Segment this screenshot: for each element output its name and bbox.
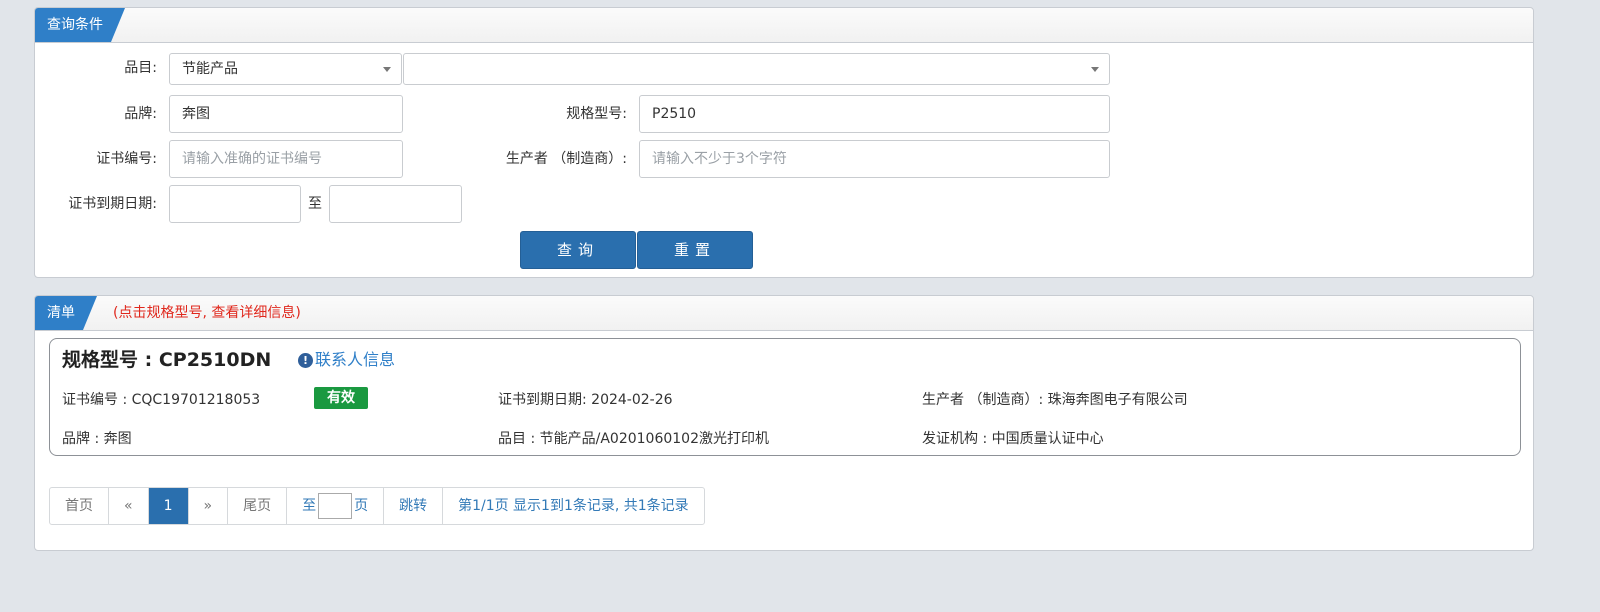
- search-button[interactable]: 查询: [520, 231, 636, 269]
- reset-button[interactable]: 重置: [637, 231, 753, 269]
- cert-no-value: 证书编号 : CQC19701218053: [62, 392, 261, 408]
- page-1-button[interactable]: 1: [148, 488, 189, 524]
- goto-page-input[interactable]: [318, 493, 353, 519]
- result-card: 规格型号 : CP2510DN ! 联系人信息 证书编号 : CQC1970121…: [49, 338, 1521, 456]
- list-tab: 清单: [35, 296, 97, 330]
- expiry-to-input[interactable]: [329, 185, 462, 223]
- model-label: 规格型号:: [566, 106, 627, 122]
- chevron-down-icon: [1091, 67, 1099, 72]
- last-page-button[interactable]: 尾页: [228, 488, 288, 524]
- chevron-down-icon: [383, 67, 391, 72]
- category-label: 品目:: [124, 60, 157, 76]
- pagination: 首页 « 1 » 尾页 至 页 跳转 第1/1页 显示1到1条记录, 共1条记录: [49, 487, 705, 525]
- query-panel: 查询条件 品目: 节能产品 品牌: 奔图 规格型号: P2510 证书编号: 请…: [34, 7, 1534, 278]
- expiry-sep: 至: [308, 196, 322, 212]
- manufacturer-label: 生产者 （制造商）:: [505, 151, 627, 167]
- cert-no-label: 证书编号:: [96, 151, 157, 167]
- exclamation-circle-icon: !: [298, 353, 313, 368]
- category-select[interactable]: 节能产品: [169, 53, 402, 85]
- next-page-button[interactable]: »: [189, 488, 229, 524]
- contact-info-link[interactable]: ! 联系人信息: [298, 346, 395, 370]
- expiry-value: 证书到期日期: 2024-02-26: [498, 392, 673, 408]
- query-tab: 查询条件: [35, 8, 125, 42]
- list-panel: 清单 (点击规格型号, 查看详细信息) 规格型号 : CP2510DN ! 联系人…: [34, 295, 1534, 551]
- goto-prefix: 至: [302, 498, 317, 514]
- brand-label: 品牌:: [124, 106, 157, 122]
- manufacturer-value: 生产者 （制造商）: 珠海奔图电子有限公司: [922, 392, 1188, 408]
- manufacturer-input[interactable]: 请输入不少于3个字符: [639, 140, 1110, 178]
- expiry-from-input[interactable]: [169, 185, 301, 223]
- first-page-button[interactable]: 首页: [50, 488, 109, 524]
- prev-page-button[interactable]: «: [109, 488, 149, 524]
- category-value: 品目 : 节能产品/A0201060102激光打印机: [498, 431, 769, 447]
- issuer-value: 发证机构 : 中国质量认证中心: [922, 431, 1104, 447]
- query-panel-header: 查询条件: [35, 8, 1533, 43]
- model-link[interactable]: 规格型号 : CP2510DN: [62, 345, 271, 372]
- status-badge: 有效: [314, 387, 368, 409]
- category-select-value: 节能产品: [182, 61, 238, 77]
- brand-value: 品牌 : 奔图: [62, 431, 132, 447]
- goto-suffix: 页: [354, 498, 369, 514]
- list-hint: (点击规格型号, 查看详细信息): [113, 305, 301, 321]
- pager-summary: 第1/1页 显示1到1条记录, 共1条记录: [458, 498, 689, 514]
- model-input[interactable]: P2510: [639, 95, 1110, 133]
- goto-page-group: 至 页: [287, 488, 385, 524]
- expiry-label: 证书到期日期:: [68, 196, 157, 212]
- list-panel-header: 清单 (点击规格型号, 查看详细信息): [35, 296, 1533, 331]
- jump-button[interactable]: 跳转: [384, 488, 444, 524]
- subcategory-select[interactable]: [403, 53, 1110, 85]
- contact-info-label: 联系人信息: [315, 350, 396, 369]
- cert-no-input[interactable]: 请输入准确的证书编号: [169, 140, 403, 178]
- brand-input[interactable]: 奔图: [169, 95, 403, 133]
